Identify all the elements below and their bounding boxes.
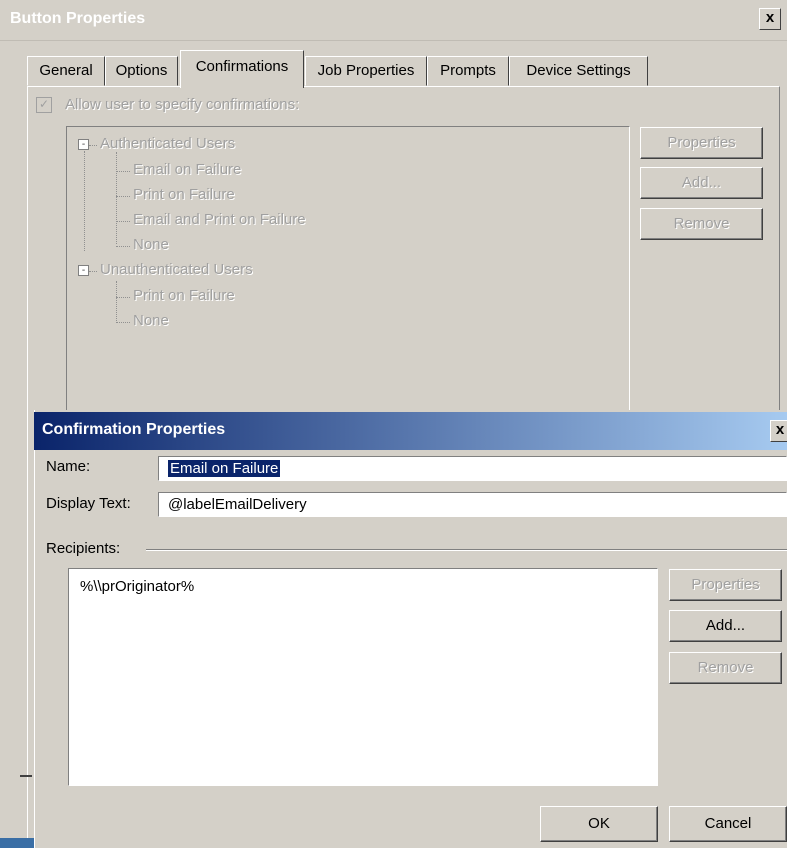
outer-window-title: Button Properties — [10, 10, 146, 27]
outer-remove-button[interactable]: Remove — [640, 208, 763, 240]
ok-button[interactable]: OK — [540, 806, 658, 842]
tree-item-none[interactable]: None — [133, 236, 169, 253]
recipient-item[interactable]: %\\prOriginator% — [80, 578, 194, 595]
name-field-value[interactable]: Email on Failure — [168, 460, 281, 477]
tree-connector — [116, 246, 130, 247]
tree-group-authenticated-users[interactable]: Authenticated Users — [100, 135, 235, 152]
outer-close-button[interactable]: x — [759, 8, 781, 30]
tab-options[interactable]: Options — [105, 56, 178, 86]
dialog-close-button[interactable]: x — [770, 420, 787, 442]
outer-window-left-edge — [0, 40, 26, 848]
tab-confirmations[interactable]: Confirmations — [180, 50, 304, 88]
tree-group-unauthenticated-users[interactable]: Unauthenticated Users — [100, 261, 253, 278]
name-label: Name: — [46, 458, 91, 475]
tree-connector — [89, 271, 97, 272]
display-text-label: Display Text: — [46, 495, 131, 512]
tree-connector — [116, 322, 130, 323]
tree-connector — [116, 281, 117, 321]
tree-item-email-and-print-on-failure[interactable]: Email and Print on Failure — [133, 211, 306, 228]
outer-properties-button[interactable]: Properties — [640, 127, 763, 159]
tree-item-email-on-failure[interactable]: Email on Failure — [133, 161, 241, 178]
tree-connector — [116, 196, 130, 197]
recipient-add-button[interactable]: Add... — [669, 610, 782, 642]
tree-connector — [116, 221, 130, 222]
allow-confirmations-checkbox[interactable]: ✓ — [36, 97, 52, 113]
recipients-list[interactable] — [68, 568, 658, 786]
tab-prompts[interactable]: Prompts — [427, 56, 509, 86]
tab-device-settings[interactable]: Device Settings — [509, 56, 648, 86]
tree-connector — [116, 297, 130, 298]
close-icon: x — [765, 9, 775, 26]
collapse-icon[interactable]: - — [78, 265, 89, 276]
outer-panel-edge-tick — [20, 775, 32, 777]
taskbar-corner — [0, 838, 34, 848]
allow-confirmations-label: Allow user to specify confirmations: — [65, 96, 300, 113]
recipients-label: Recipients: — [46, 540, 121, 557]
tree-item-print-on-failure[interactable]: Print on Failure — [133, 186, 235, 203]
recipients-divider — [146, 549, 787, 551]
close-icon: x — [775, 421, 785, 438]
outer-add-button[interactable]: Add... — [640, 167, 763, 199]
display-text-value[interactable]: @labelEmailDelivery — [168, 496, 307, 513]
cancel-button[interactable]: Cancel — [669, 806, 787, 842]
tree-connector — [84, 151, 85, 251]
tab-job-properties[interactable]: Job Properties — [305, 56, 427, 86]
checkmark-icon: ✓ — [38, 97, 50, 111]
tree-connector — [116, 152, 117, 244]
tree-item-print-on-failure[interactable]: Print on Failure — [133, 287, 235, 304]
tree-connector — [89, 145, 97, 146]
tab-general[interactable]: General — [27, 56, 105, 86]
tree-connector — [116, 171, 130, 172]
tree-item-none[interactable]: None — [133, 312, 169, 329]
dialog-title: Confirmation Properties — [42, 421, 226, 438]
recipient-properties-button[interactable]: Properties — [669, 569, 782, 601]
collapse-icon[interactable]: - — [78, 139, 89, 150]
recipient-remove-button[interactable]: Remove — [669, 652, 782, 684]
